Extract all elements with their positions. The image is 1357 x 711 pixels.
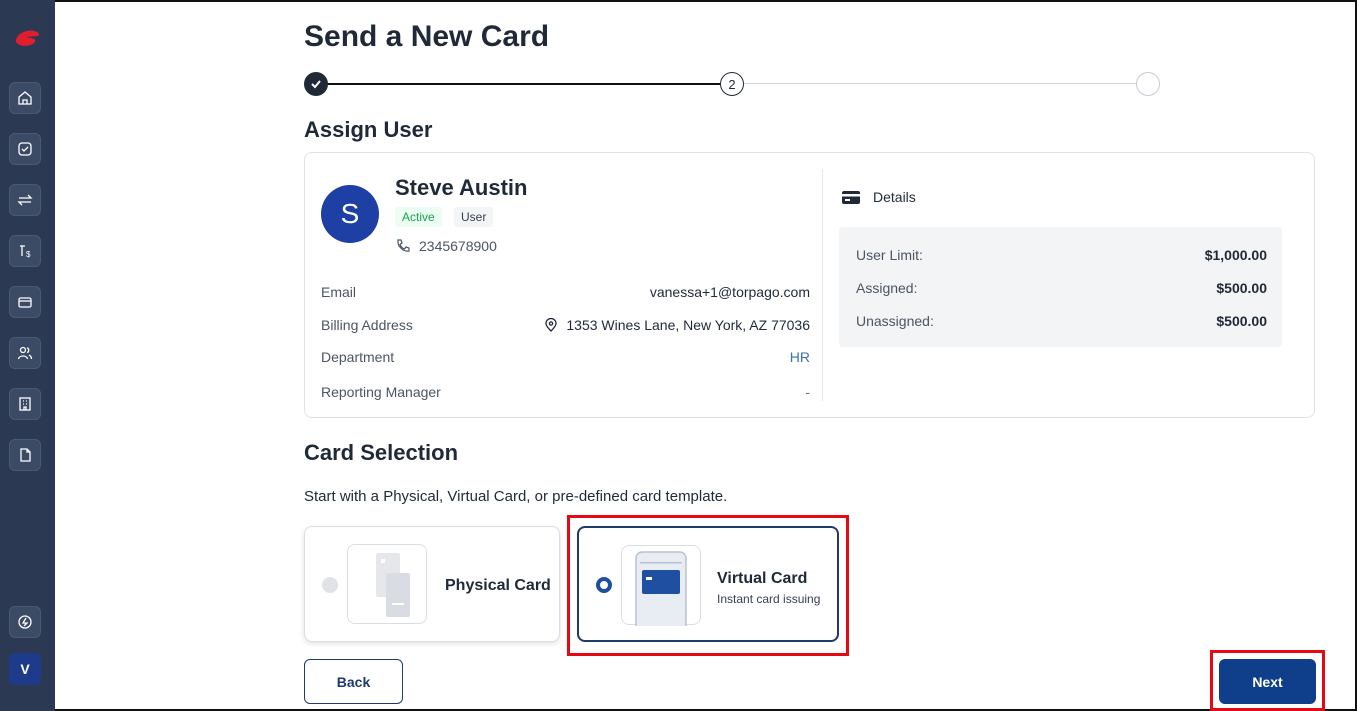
physical-card-label: Physical Card <box>445 577 551 594</box>
card-divider <box>822 169 823 401</box>
payments-icon[interactable]: $ <box>9 235 41 267</box>
virtual-card-highlight <box>567 515 849 656</box>
details-header: Details <box>841 189 916 205</box>
department-label: Department <box>321 349 395 365</box>
phone-number: 2345678900 <box>419 238 497 254</box>
billing-address-text: 1353 Wines Lane, New York, AZ 77036 <box>566 317 810 333</box>
unassigned-value: $500.00 <box>1216 313 1267 329</box>
physical-card-thumbnail <box>347 544 427 624</box>
physical-card-option[interactable]: Physical Card <box>304 526 560 642</box>
user-name: Steve Austin <box>395 175 528 200</box>
step-2-current: 2 <box>720 72 744 96</box>
home-icon[interactable] <box>9 82 41 114</box>
physical-card-icon <box>376 553 410 617</box>
status-badge: Active <box>395 207 442 227</box>
email-value: vanessa+1@torpago.com <box>649 284 810 300</box>
role-badge: User <box>454 207 494 227</box>
svg-text:$: $ <box>26 250 31 259</box>
assigned-label: Assigned: <box>856 280 918 296</box>
assign-user-heading: Assign User <box>304 117 433 142</box>
document-icon[interactable] <box>9 439 41 471</box>
sidebar: $ V <box>0 0 55 711</box>
check-icon <box>311 80 321 89</box>
manager-value: - <box>805 384 810 400</box>
email-label: Email <box>321 284 357 300</box>
profile-avatar[interactable]: V <box>9 653 41 685</box>
phone-icon <box>397 239 410 252</box>
step-1-complete <box>304 72 328 96</box>
phone-row: 2345678900 <box>395 238 497 254</box>
card-icon <box>842 191 860 204</box>
billing-label: Billing Address <box>321 317 413 333</box>
user-avatar: S <box>321 185 379 243</box>
page-title: Send a New Card <box>304 20 550 53</box>
location-pin-icon <box>545 318 558 332</box>
approvals-icon[interactable] <box>9 133 41 165</box>
stepper-line-pending <box>744 83 1144 84</box>
assigned-value: $500.00 <box>1216 280 1267 296</box>
company-icon[interactable] <box>9 388 41 420</box>
details-box: User Limit: $1,000.00 Assigned: $500.00 … <box>839 227 1282 347</box>
billing-value: 1353 Wines Lane, New York, AZ 77036 <box>544 317 810 333</box>
user-limit-label: User Limit: <box>856 247 923 263</box>
unassigned-label: Unassigned: <box>856 313 934 329</box>
step-3-pending <box>1136 72 1160 96</box>
next-button[interactable]: Next <box>1219 659 1316 704</box>
integrations-icon[interactable] <box>9 606 41 638</box>
manager-label: Reporting Manager <box>321 384 441 400</box>
card-selection-subtitle: Start with a Physical, Virtual Card, or … <box>304 488 728 505</box>
department-value: HR <box>789 349 810 365</box>
details-title: Details <box>873 189 916 205</box>
cards-icon[interactable] <box>9 286 41 318</box>
stepper-line-complete <box>316 83 724 85</box>
physical-card-radio[interactable] <box>322 577 338 593</box>
brand-logo-icon[interactable] <box>12 26 42 48</box>
transfer-icon[interactable] <box>9 184 41 216</box>
back-button[interactable]: Back <box>304 659 403 704</box>
user-card: S Steve Austin Active User 2345678900 Em… <box>304 152 1315 418</box>
users-icon[interactable] <box>9 337 41 369</box>
card-selection-heading: Card Selection <box>304 440 459 465</box>
user-limit-value: $1,000.00 <box>1204 247 1267 263</box>
